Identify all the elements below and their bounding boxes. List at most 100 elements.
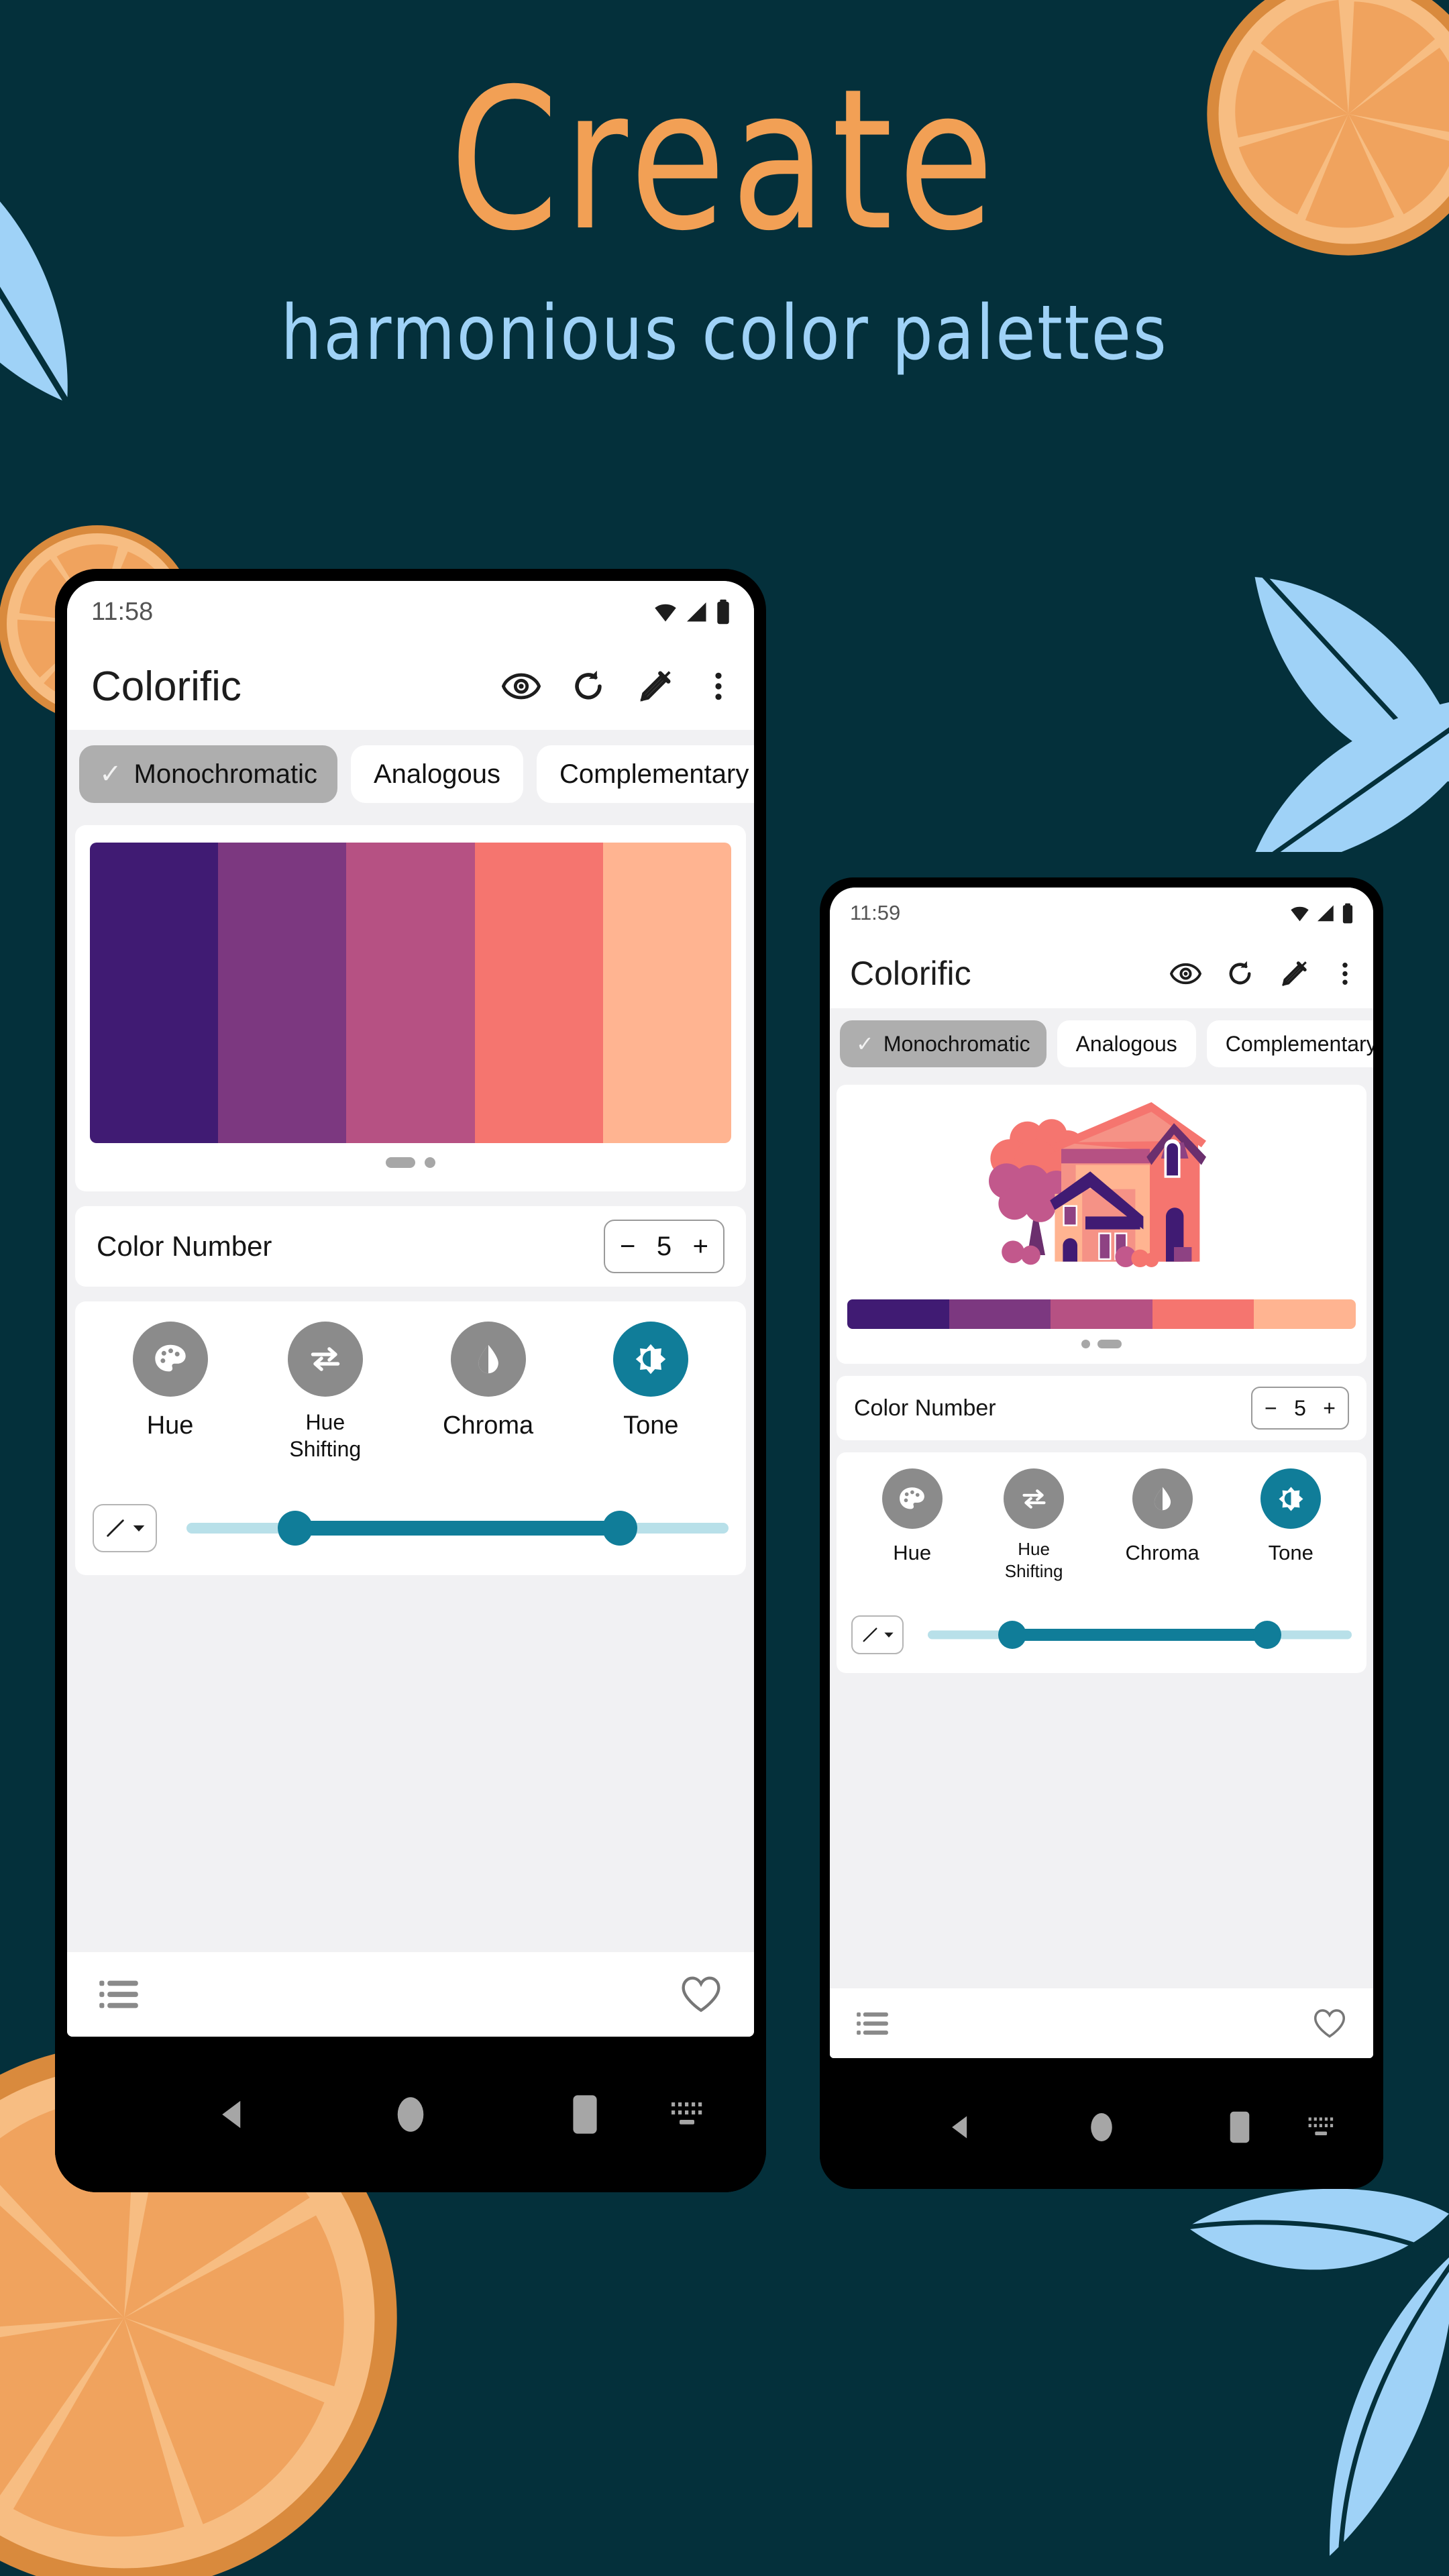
tool-label: Tone [623,1411,679,1440]
tone-range-slider[interactable] [186,1506,729,1550]
slider-range-fill [294,1521,621,1536]
chip-label: Monochromatic [883,1031,1030,1056]
phone2-color-number-card: Color Number − 5 + [837,1376,1366,1440]
adjust-tool-row[interactable]: Hue Hue Shifting Chroma Tone [93,1322,729,1462]
swatch-2[interactable] [949,1299,1051,1329]
home-circle-icon[interactable] [1087,2110,1116,2143]
tool-chroma[interactable]: Chroma [1126,1468,1199,1565]
house-illustration[interactable] [847,1094,1356,1295]
cellular-signal-icon [1318,905,1334,921]
heart-outline-icon[interactable] [1313,2008,1346,2039]
tool-chroma[interactable]: Chroma [443,1322,533,1440]
phone1-color-number-card: Color Number − 5 + [75,1206,746,1287]
chip-complementary[interactable]: Complementary [537,745,754,803]
slider-thumb-low[interactable] [998,1621,1027,1649]
cellular-signal-icon [687,602,706,622]
slider-thumb-high[interactable] [602,1511,638,1546]
tool-tone[interactable]: Tone [1260,1468,1322,1565]
tool-tone[interactable]: Tone [613,1322,689,1440]
swatch-3[interactable] [1051,1299,1152,1329]
tool-hue[interactable]: Hue [881,1468,943,1565]
tool-hue-shifting[interactable]: Hue Shifting [1004,1468,1065,1582]
water-drop-icon [450,1322,526,1397]
palette-icon [881,1468,943,1529]
eye-icon[interactable] [1170,958,1201,989]
status-clock: 11:58 [91,597,154,626]
curve-dropdown-button[interactable] [851,1615,904,1654]
phone2-bottom-bar [830,1988,1373,2058]
slider-thumb-low[interactable] [277,1511,313,1546]
phone2-harmony-chip-row[interactable]: ✓ Monochromatic Analogous Complementary [830,1008,1373,1079]
overflow-menu-icon[interactable] [1333,958,1357,989]
stepper-plus-button[interactable]: + [693,1232,708,1262]
phone1-app-bar: Colorific [67,643,754,730]
page-dot-active[interactable] [1097,1339,1122,1348]
status-system-icons [652,599,731,625]
palette-swatch-columns[interactable] [90,843,731,1143]
chip-analogous[interactable]: Analogous [350,745,523,803]
keyboard-icon[interactable] [1307,2115,1336,2139]
phone1-slider-row[interactable] [93,1504,729,1552]
swatch-1[interactable] [90,843,219,1143]
page-dot-active[interactable] [386,1157,415,1168]
tool-hue-shifting[interactable]: Hue Shifting [287,1322,363,1462]
phone1-preview-card [75,825,746,1191]
color-number-label: Color Number [854,1395,996,1421]
back-triangle-icon[interactable] [946,2112,975,2142]
chip-monochromatic[interactable]: ✓ Monochromatic [840,1020,1046,1067]
tool-hue[interactable]: Hue [132,1322,208,1440]
tone-range-slider[interactable] [928,1617,1352,1653]
back-triangle-icon[interactable] [215,2096,251,2133]
stepper-plus-button[interactable]: + [1323,1396,1336,1421]
page-dot[interactable] [425,1157,435,1168]
swatch-4[interactable] [474,843,603,1143]
water-drop-icon [1132,1468,1193,1529]
stepper-minus-button[interactable]: − [620,1232,635,1262]
color-number-label: Color Number [97,1230,272,1262]
phone1-status-bar: 11:58 [67,581,754,643]
color-number-stepper[interactable]: − 5 + [1251,1387,1349,1430]
hero-heading-group: Create harmonious color palettes [0,64,1449,377]
chevron-down-icon [133,1525,145,1532]
hero-subtitle: harmonious color palettes [280,290,1169,377]
home-circle-icon[interactable] [393,2094,428,2135]
swatch-1[interactable] [847,1299,949,1329]
eyedropper-icon[interactable] [636,667,675,706]
swatch-3[interactable] [346,843,475,1143]
eye-icon[interactable] [502,667,541,706]
list-icon[interactable] [99,1978,138,2010]
swatch-4[interactable] [1152,1299,1254,1329]
phone2-slider-row[interactable] [851,1615,1352,1654]
stepper-minus-button[interactable]: − [1265,1396,1277,1421]
chip-monochromatic[interactable]: ✓ Monochromatic [79,745,337,803]
chip-analogous[interactable]: Analogous [1057,1020,1196,1067]
slider-thumb-high[interactable] [1252,1621,1281,1649]
palette-swatch-strip[interactable] [847,1299,1356,1329]
phone1-harmony-chip-row[interactable]: ✓ Monochromatic Analogous Complementary [67,730,754,818]
status-system-icons [1289,903,1354,924]
swatch-5[interactable] [602,843,731,1143]
swatch-2[interactable] [218,843,347,1143]
recents-square-icon[interactable] [1228,2110,1252,2144]
list-icon[interactable] [857,2010,888,2037]
curve-dropdown-button[interactable] [93,1504,157,1552]
page-dot[interactable] [1081,1339,1090,1348]
heart-outline-icon[interactable] [680,1975,722,2014]
tool-label: Chroma [443,1411,534,1440]
refresh-icon[interactable] [1224,958,1256,989]
keyboard-icon[interactable] [670,2100,705,2129]
swap-horizontal-icon [287,1322,363,1397]
chip-complementary[interactable]: Complementary [1206,1020,1373,1067]
app-title: Colorific [91,663,241,710]
eyedropper-icon[interactable] [1279,958,1310,989]
overflow-menu-icon[interactable] [703,667,734,706]
recents-square-icon[interactable] [570,2094,600,2135]
chip-label: Monochromatic [133,759,317,789]
adjust-tool-row[interactable]: Hue Hue Shifting Chroma Tone [851,1468,1352,1582]
refresh-icon[interactable] [569,667,608,706]
swatch-5[interactable] [1254,1299,1356,1329]
check-icon: ✓ [856,1032,874,1056]
phone2-tools-card: Hue Hue Shifting Chroma Tone [837,1452,1366,1673]
swap-horizontal-icon [1004,1468,1065,1529]
color-number-stepper[interactable]: − 5 + [604,1220,724,1273]
